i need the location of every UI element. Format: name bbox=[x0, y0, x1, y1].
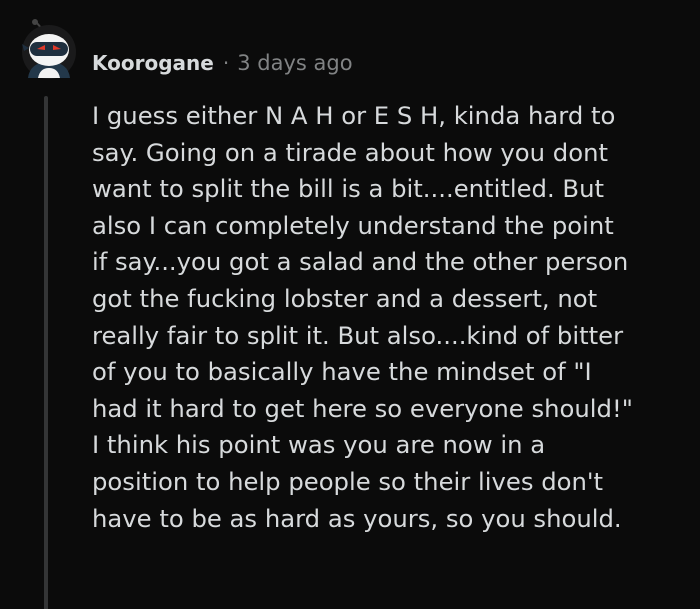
thread-collapse-line[interactable] bbox=[44, 96, 48, 609]
comment-timestamp[interactable]: 3 days ago bbox=[237, 51, 352, 75]
ninja-avatar-icon[interactable] bbox=[16, 18, 78, 80]
comment-header: Koorogane · 3 days ago bbox=[92, 48, 353, 78]
author-username[interactable]: Koorogane bbox=[92, 51, 214, 75]
comment-container: Koorogane · 3 days ago I guess either N … bbox=[0, 0, 700, 609]
meta-separator: · bbox=[222, 51, 230, 75]
comment-body-text: I guess either N A H or E S H, kinda har… bbox=[92, 101, 633, 533]
